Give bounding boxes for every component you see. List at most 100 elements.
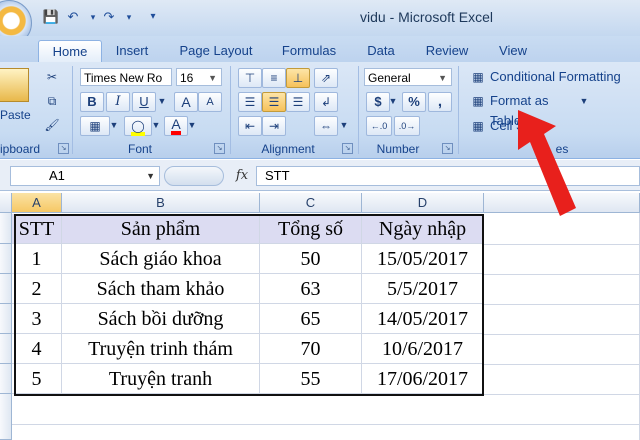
tab-home[interactable]: Home [38, 40, 102, 63]
select-all-button[interactable] [0, 193, 12, 213]
table-cell[interactable]: 14/05/2017 [362, 304, 484, 334]
table-cell[interactable]: 5/5/2017 [362, 274, 484, 304]
borders-dropdown-icon[interactable]: ▼ [108, 116, 120, 134]
tab-page-layout[interactable]: Page Layout [176, 40, 256, 62]
formula-bar-splitter[interactable] [164, 166, 224, 186]
tab-view[interactable]: View [494, 40, 532, 62]
insert-function-icon[interactable]: fx [232, 166, 252, 186]
font-name-combo[interactable]: Times New Ro [80, 68, 172, 86]
align-right-button[interactable]: ☰ [286, 92, 310, 112]
name-box-value: A1 [49, 168, 65, 183]
table-cell[interactable]: 2 [12, 274, 62, 304]
customize-toolbar-icon[interactable]: ▾ [144, 9, 162, 25]
currency-button[interactable]: $ [366, 92, 390, 112]
conditional-formatting-button[interactable]: Conditional Formatting [490, 67, 640, 87]
row-header[interactable] [0, 244, 12, 274]
table-header-cell[interactable]: Sản phẩm [62, 214, 260, 244]
table-cell[interactable]: 70 [260, 334, 362, 364]
tab-review[interactable]: Review [422, 40, 472, 62]
align-middle-button[interactable]: ≡ [262, 68, 286, 88]
redo-dropdown-icon[interactable]: ▾ [120, 9, 138, 25]
currency-dropdown-icon[interactable]: ▼ [388, 92, 398, 110]
row-header[interactable] [0, 274, 12, 304]
table-cell[interactable]: 17/06/2017 [362, 364, 484, 394]
table-cell[interactable]: 10/6/2017 [362, 334, 484, 364]
italic-button[interactable]: I [106, 92, 130, 112]
table-cell[interactable]: 3 [12, 304, 62, 334]
table-cell[interactable]: Sách tham khảo [62, 274, 260, 304]
table-cell[interactable]: 4 [12, 334, 62, 364]
table-cell[interactable]: 55 [260, 364, 362, 394]
row-header[interactable] [0, 213, 12, 244]
table-cell[interactable]: Truyện tranh [62, 364, 260, 394]
paste-button-label[interactable]: Paste [0, 108, 34, 122]
font-size-combo[interactable]: 16 ▼ [176, 68, 222, 86]
format-as-table-icon[interactable]: ▦ [468, 92, 488, 110]
comma-style-button[interactable]: , [428, 92, 452, 112]
borders-button[interactable]: ▦ [80, 116, 110, 136]
column-header-a[interactable]: A [12, 193, 62, 213]
clipboard-launcher-icon[interactable]: ↘ [58, 143, 69, 154]
row-header[interactable] [0, 394, 12, 440]
table-header-cell[interactable]: STT [12, 214, 62, 244]
decrease-indent-button[interactable]: ⇤ [238, 116, 262, 136]
fill-color-dropdown-icon[interactable]: ▼ [150, 116, 162, 134]
font-size-dropdown-icon: ▼ [208, 73, 217, 83]
fill-color-button[interactable]: ◯ [124, 116, 152, 136]
align-center-button[interactable]: ☰ [262, 92, 286, 112]
merge-center-button[interactable]: ⇔ [314, 116, 338, 136]
table-header-cell[interactable]: Ngày nhập [362, 214, 484, 244]
increase-decimal-button[interactable]: ←.0 [366, 116, 392, 136]
table-cell[interactable]: 1 [12, 244, 62, 274]
number-format-combo[interactable]: General ▼ [364, 68, 452, 86]
table-cell[interactable]: 50 [260, 244, 362, 274]
name-box[interactable]: A1 ▼ [10, 166, 160, 186]
shrink-font-button[interactable]: A [198, 92, 222, 112]
font-color-dropdown-icon[interactable]: ▼ [186, 116, 198, 134]
table-header-cell[interactable]: Tổng số [260, 214, 362, 244]
row-header[interactable] [0, 364, 12, 394]
font-launcher-icon[interactable]: ↘ [214, 143, 225, 154]
row-header[interactable] [0, 334, 12, 364]
underline-dropdown-icon[interactable]: ▼ [156, 92, 168, 110]
row-header[interactable] [0, 304, 12, 334]
column-header-d[interactable]: D [362, 193, 484, 213]
alignment-launcher-icon[interactable]: ↘ [342, 143, 353, 154]
table-cell[interactable]: 5 [12, 364, 62, 394]
table-cell[interactable]: Truyện trinh thám [62, 334, 260, 364]
tab-formulas[interactable]: Formulas [278, 40, 340, 62]
table-cell[interactable]: 15/05/2017 [362, 244, 484, 274]
bold-button[interactable]: B [80, 92, 104, 112]
orientation-button[interactable]: ⇗ [314, 68, 338, 88]
paste-icon[interactable] [0, 68, 29, 102]
merge-dropdown-icon[interactable]: ▼ [338, 116, 350, 134]
tab-data[interactable]: Data [364, 40, 398, 62]
number-launcher-icon[interactable]: ↘ [442, 143, 453, 154]
copy-icon[interactable]: ⧉ [42, 92, 62, 110]
align-bottom-button[interactable]: ⊥ [286, 68, 310, 88]
font-color-button[interactable]: A [164, 116, 188, 136]
wrap-text-button[interactable]: ↲ [314, 92, 338, 112]
underline-button[interactable]: U [132, 92, 156, 112]
undo-icon[interactable]: ↶ [64, 9, 82, 25]
column-header-b[interactable]: B [62, 193, 260, 213]
tab-insert[interactable]: Insert [110, 40, 154, 62]
column-header-c[interactable]: C [260, 193, 362, 213]
grow-font-button[interactable]: A [174, 92, 198, 112]
conditional-formatting-icon[interactable]: ▦ [468, 68, 488, 86]
table-cell[interactable]: 63 [260, 274, 362, 304]
align-top-button[interactable]: ⊤ [238, 68, 262, 88]
table-cell[interactable]: Sách giáo khoa [62, 244, 260, 274]
increase-indent-button[interactable]: ⇥ [262, 116, 286, 136]
table-cell[interactable]: Sách bồi dưỡng [62, 304, 260, 334]
table-cell[interactable]: 65 [260, 304, 362, 334]
cut-icon[interactable]: ✂ [42, 68, 62, 86]
align-left-button[interactable]: ☰ [238, 92, 262, 112]
percent-button[interactable]: % [402, 92, 426, 112]
merge-center-icon: ⇔ [320, 119, 332, 133]
redo-icon[interactable]: ↷ [100, 9, 118, 25]
format-painter-icon[interactable]: 🖌 [42, 116, 62, 134]
save-icon[interactable]: 💾 [42, 9, 60, 25]
decrease-decimal-button[interactable]: .0→ [394, 116, 420, 136]
cell-styles-icon[interactable]: ▦ [468, 117, 488, 135]
